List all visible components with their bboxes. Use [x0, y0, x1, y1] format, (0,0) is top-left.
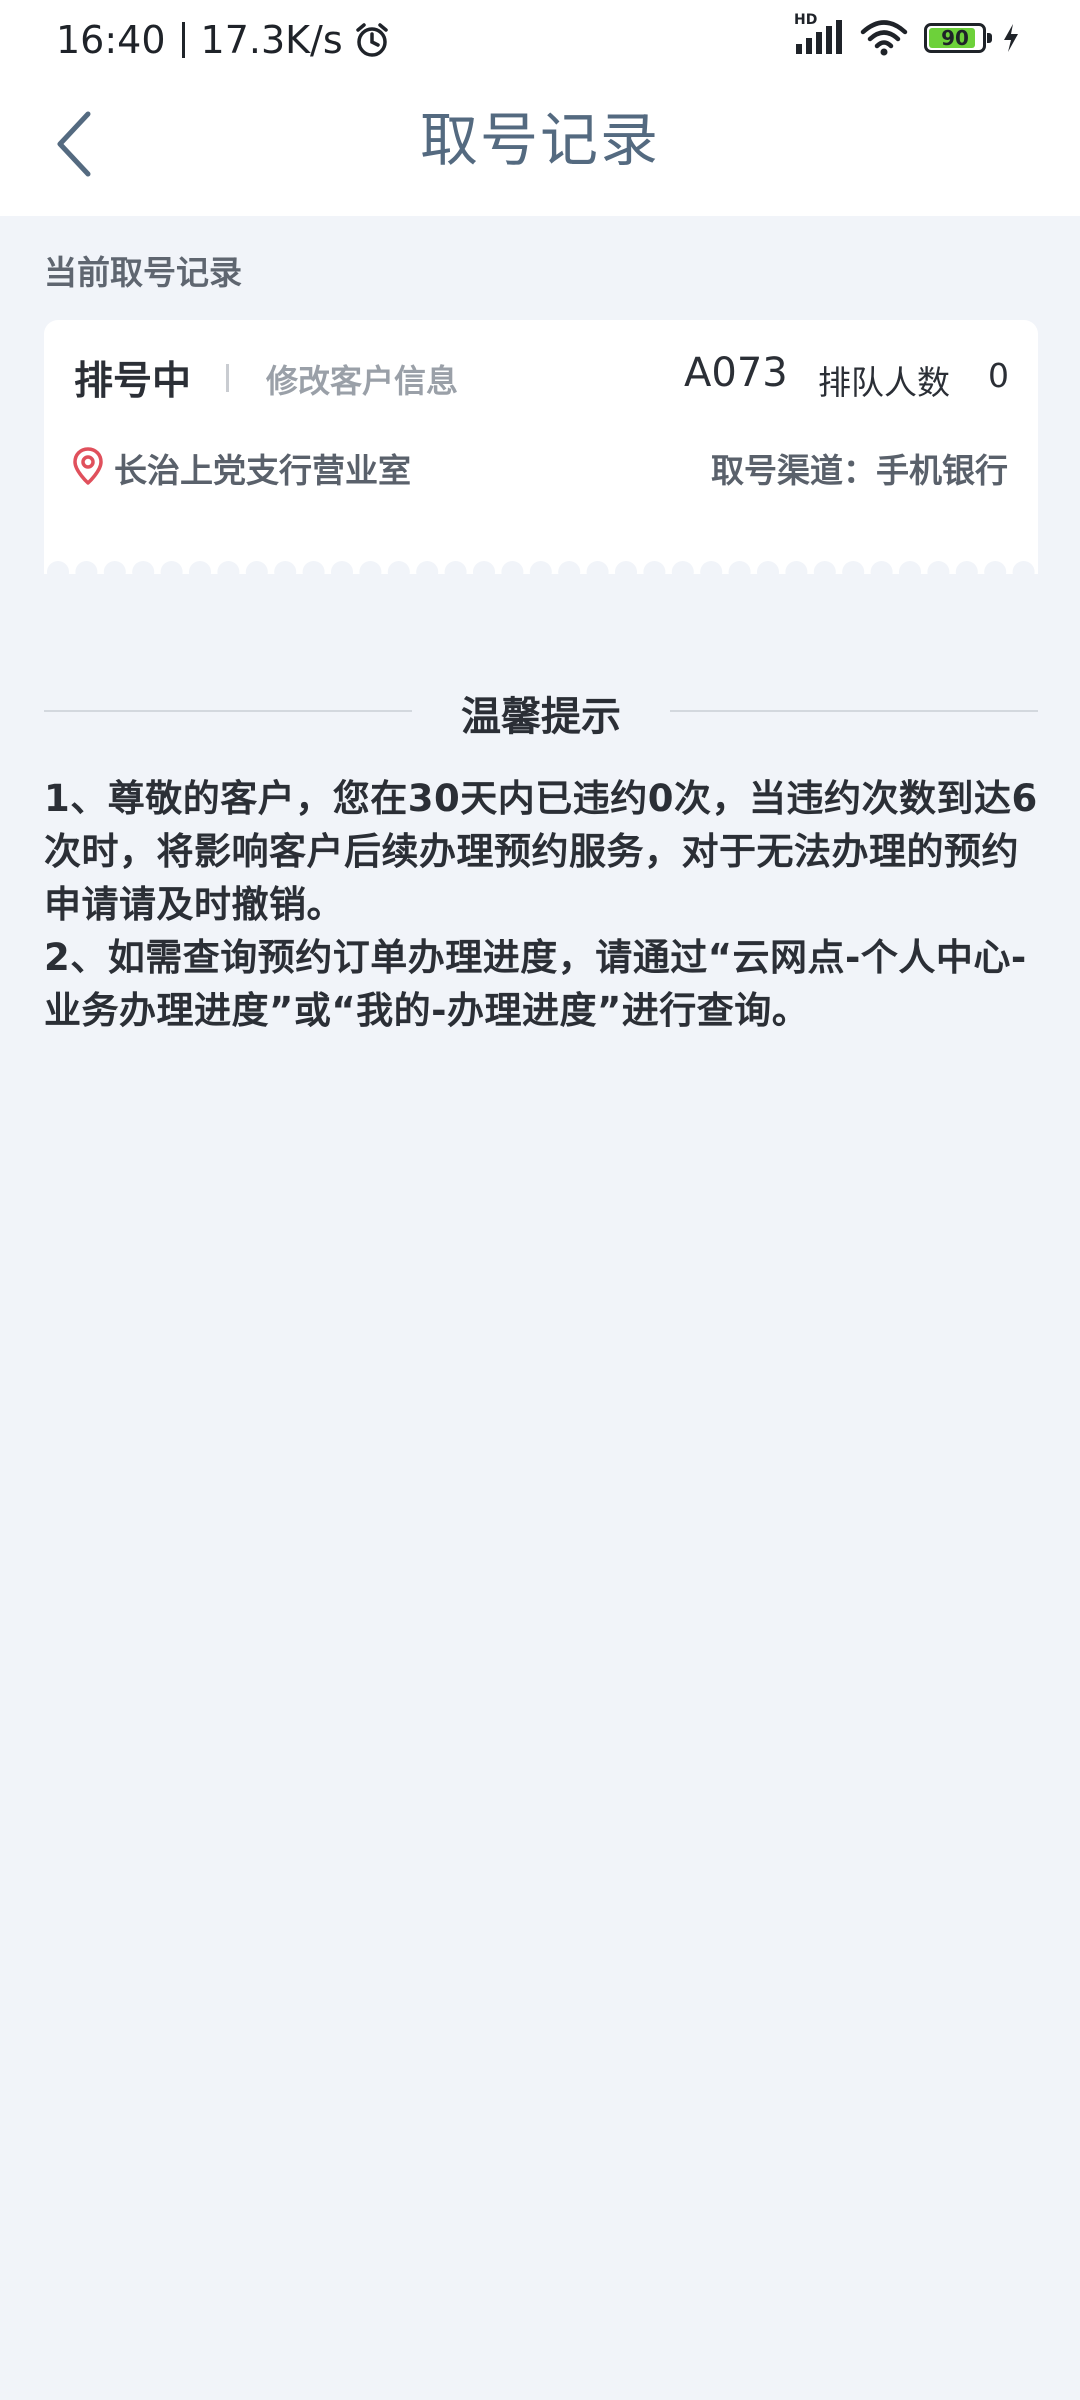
scallop-notch	[700, 561, 723, 574]
battery-indicator: 90	[924, 23, 992, 53]
queue-count-label: 排队人数	[818, 363, 950, 402]
lightning-bolt-icon	[1002, 23, 1020, 53]
cellular-signal-icon: HD	[794, 12, 844, 58]
status-net-speed: 17.3K/s	[200, 18, 343, 62]
scallop-notch	[444, 561, 467, 574]
scallop-notch	[671, 561, 694, 574]
status-bar: 16:40 17.3K/s HD 90	[0, 0, 1080, 80]
status-time: 16:40	[56, 18, 166, 62]
tips-header: 温馨提示	[44, 676, 1038, 742]
tips-divider-right	[670, 710, 1038, 712]
scallop-notch	[842, 561, 865, 574]
alarm-clock-icon	[353, 21, 391, 59]
scallop-notch	[984, 561, 1007, 574]
scallop-notch	[331, 561, 353, 574]
status-divider	[226, 364, 229, 392]
scallop-notch	[160, 561, 183, 574]
status-separator	[181, 22, 185, 58]
scallop-notch	[813, 561, 836, 574]
battery-level: 90	[941, 26, 969, 50]
nav-bar: 取号记录	[0, 80, 1080, 216]
scallop-notch	[955, 561, 978, 574]
scallop-notch	[927, 561, 950, 574]
branch-name: 长治上党支行营业室	[114, 451, 411, 490]
modify-customer-info-link[interactable]: 修改客户信息	[266, 356, 458, 402]
scallop-notch	[47, 561, 69, 574]
scallop-notch	[416, 561, 439, 574]
queue-channel: 取号渠道：手机银行	[711, 451, 1008, 490]
queue-record-card: 排号中 修改客户信息 A073 排队人数 0 长治上党支行营业室 取号渠道：手机…	[44, 320, 1038, 574]
scallop-notch	[501, 561, 524, 574]
status-left: 16:40 17.3K/s	[56, 18, 391, 62]
scallop-notch	[245, 561, 268, 574]
scallop-notch	[274, 561, 297, 574]
tip-item-2: 2、如需查询预约订单办理进度，请通过“云网点-个人中心-业务办理进度”或“我的-…	[44, 936, 1027, 1032]
ticket-number: A073	[684, 350, 788, 396]
scallop-notch	[103, 561, 126, 574]
queue-status: 排号中	[74, 359, 192, 404]
scallop-notch	[387, 561, 410, 574]
wifi-icon	[860, 19, 908, 57]
current-record-label: 当前取号记录	[44, 253, 242, 292]
scallop-notch	[132, 561, 155, 574]
card-scalloped-edge	[44, 550, 1038, 574]
status-right: HD 90	[794, 12, 1020, 58]
scallop-notch	[899, 561, 921, 574]
tip-item-1: 1、尊敬的客户，您在30天内已违约0次，当违约次数到达6次时，将影响客户后续办理…	[44, 777, 1038, 926]
scallop-notch	[359, 561, 382, 574]
scallop-notch	[302, 561, 325, 574]
scallop-notch	[1012, 561, 1035, 574]
scallop-notch	[643, 561, 666, 574]
scallop-notch	[870, 561, 893, 574]
queue-count-value: 0	[988, 356, 1009, 395]
scallop-notch	[586, 561, 609, 574]
tips-body: 1、尊敬的客户，您在30天内已违约0次，当违约次数到达6次时，将影响客户后续办理…	[44, 772, 1040, 1037]
scallop-notch	[529, 561, 552, 574]
scallop-notch	[217, 561, 240, 574]
signal-hd-badge: HD	[794, 12, 818, 28]
scallop-notch	[757, 561, 779, 574]
tips-title: 温馨提示	[461, 694, 621, 740]
scallop-notch	[615, 561, 637, 574]
page-title: 取号记录	[419, 106, 660, 174]
location-pin-icon	[70, 446, 106, 486]
scallop-notch	[75, 561, 98, 574]
scallop-notch	[785, 561, 808, 574]
scallop-notch	[558, 561, 581, 574]
scallop-notch	[728, 561, 751, 574]
scallop-notch	[473, 561, 495, 574]
scallop-notch	[189, 561, 211, 574]
